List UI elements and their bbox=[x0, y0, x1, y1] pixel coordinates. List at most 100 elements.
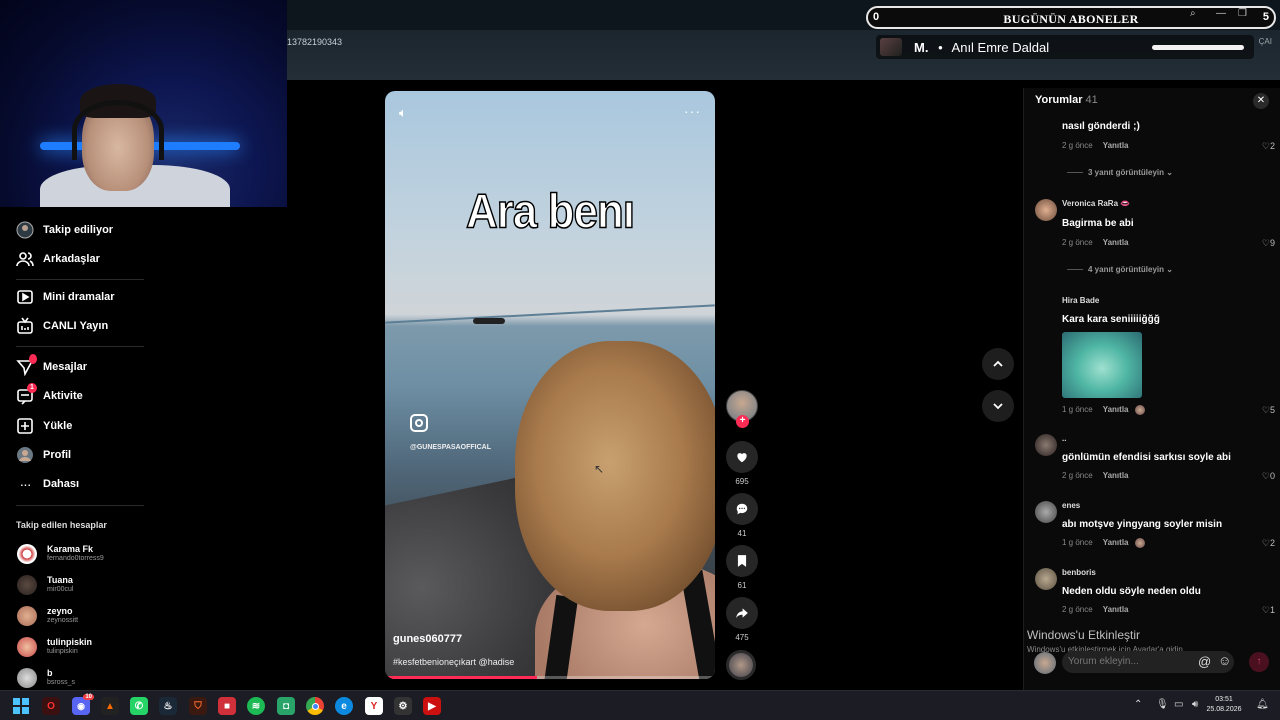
comment-like[interactable]: ♡2 bbox=[1262, 538, 1275, 549]
video-author[interactable]: gunes060777 bbox=[393, 633, 462, 645]
subscriber-progress-bar bbox=[1152, 45, 1244, 50]
video-hashtags[interactable]: #kesfetbenioneçıkart @hadise bbox=[393, 657, 514, 667]
brave-icon[interactable]: ⛉ bbox=[189, 697, 207, 715]
reply-link[interactable]: Yanıtla bbox=[1103, 238, 1129, 247]
followed-account[interactable]: tulinpiskin tulinpiskin bbox=[17, 635, 157, 659]
commenter-avatar[interactable] bbox=[1035, 501, 1057, 523]
sidebar-item-profile[interactable]: Profil bbox=[16, 445, 71, 465]
commenter-avatar[interactable] bbox=[1035, 434, 1057, 456]
comment-like[interactable]: ♡0 bbox=[1262, 471, 1275, 482]
followed-account[interactable]: b bsross_s bbox=[17, 666, 157, 690]
commenter-avatar[interactable] bbox=[1035, 568, 1057, 590]
view-replies-link[interactable]: 4 yanıt görüntüleyin ⌄ bbox=[1067, 265, 1173, 274]
followed-account[interactable]: Tuana mir00cul bbox=[17, 573, 157, 597]
sidebar-item-messages[interactable]: Mesajlar bbox=[16, 354, 88, 377]
sticker-image bbox=[1062, 332, 1142, 398]
comment-meta: 1 g önce Yanıtla bbox=[1062, 405, 1145, 415]
app-icon[interactable]: ▲ bbox=[101, 697, 119, 715]
creator-liked-icon bbox=[1134, 405, 1145, 415]
share-button[interactable]: 475 bbox=[724, 597, 760, 642]
minimize-icon[interactable]: — bbox=[1216, 8, 1226, 19]
sidebar-item-upload[interactable]: Yükle bbox=[16, 416, 72, 436]
comment-button[interactable]: 41 bbox=[724, 493, 760, 538]
yandex-icon[interactable]: Y bbox=[365, 697, 383, 715]
left-sidebar: Takip ediliyor Arkadaşlar Mini dramalar … bbox=[0, 207, 160, 690]
commenter-name[interactable]: Veronica RaRa 👄 bbox=[1062, 199, 1130, 208]
more-options-icon[interactable]: ··· bbox=[684, 103, 701, 119]
reply-link[interactable]: Yanıtla bbox=[1103, 471, 1129, 480]
like-button[interactable]: 695 bbox=[724, 441, 760, 486]
reply-link[interactable]: Yanıtla bbox=[1103, 405, 1129, 414]
commenter-avatar[interactable] bbox=[1035, 199, 1057, 221]
boat bbox=[473, 318, 505, 324]
close-comments-button[interactable]: ✕ bbox=[1253, 93, 1269, 109]
sidebar-item-following[interactable]: Takip ediliyor bbox=[16, 220, 113, 240]
comment-like[interactable]: ♡1 bbox=[1262, 605, 1275, 616]
comment-text: gönlümün efendisi sarkısı soyle abi bbox=[1062, 452, 1231, 463]
edge-icon[interactable]: e bbox=[335, 697, 353, 715]
volume-tray-icon[interactable]: 🔊︎ bbox=[1192, 699, 1198, 710]
chrome-icon[interactable] bbox=[306, 697, 324, 715]
app-gear-icon[interactable]: ⚙ bbox=[394, 697, 412, 715]
tray-chevron-icon[interactable]: ⌃ bbox=[1134, 699, 1142, 710]
reply-link[interactable]: Yanıtla bbox=[1103, 605, 1129, 614]
monitor-icon[interactable]: ▭ bbox=[1174, 699, 1183, 710]
sidebar-item-label: Mini dramalar bbox=[43, 291, 115, 303]
app-red-icon[interactable]: ■ bbox=[218, 697, 236, 715]
followed-account[interactable]: Karama Fk fernando0torress9 bbox=[17, 542, 157, 566]
comment-time: 2 g önce bbox=[1062, 471, 1093, 480]
opera-gx-icon[interactable]: O bbox=[42, 697, 60, 715]
emoji-icon[interactable]: ☺ bbox=[1218, 653, 1231, 668]
followed-account[interactable]: zeyno zeynossitt bbox=[17, 604, 157, 628]
whatsapp-icon[interactable]: ✆ bbox=[130, 697, 148, 715]
send-icon: ↑ bbox=[1256, 656, 1262, 667]
comment-like[interactable]: ♡2 bbox=[1262, 141, 1275, 152]
sidebar-item-more[interactable]: ··· Dahası bbox=[16, 474, 80, 494]
reply-link[interactable]: Yanıtla bbox=[1103, 141, 1129, 150]
system-clock[interactable]: 03:51 25.08.2026 bbox=[1206, 695, 1242, 715]
maximize-icon[interactable]: ❐ bbox=[1238, 8, 1247, 19]
comment-text: Neden oldu söyle neden oldu bbox=[1062, 586, 1201, 597]
subscriber-tier: M. bbox=[914, 40, 929, 55]
volume-icon[interactable]: 🔈︎ bbox=[399, 105, 407, 121]
video-progress-bar[interactable] bbox=[385, 676, 715, 679]
sidebar-item-activity[interactable]: 1 Aktivite bbox=[16, 383, 83, 406]
commenter-name[interactable]: .. bbox=[1062, 434, 1066, 443]
sidebar-item-mini-dramas[interactable]: Mini dramalar bbox=[16, 287, 115, 307]
commenter-name[interactable]: enes bbox=[1062, 501, 1080, 510]
discord-icon[interactable]: ◉ 10 bbox=[72, 694, 94, 715]
account-handle: bsross_s bbox=[47, 679, 76, 686]
commenter-name[interactable]: Hira Bade bbox=[1062, 296, 1099, 305]
search-icon[interactable]: ⌕ bbox=[1190, 8, 1196, 19]
music-disc-avatar[interactable] bbox=[726, 650, 756, 680]
app-green-icon[interactable]: ◘ bbox=[277, 697, 295, 715]
sidebar-divider bbox=[16, 279, 144, 280]
comment-like-count: 2 bbox=[1269, 538, 1275, 548]
spotify-icon[interactable]: ≋ bbox=[247, 697, 265, 715]
windows-start-icon[interactable] bbox=[12, 697, 30, 715]
commenter-name[interactable]: benboris bbox=[1062, 568, 1096, 577]
video-player[interactable]: Ara benı 🔈︎ ··· @GUNESPASAOFFICAL gunes0… bbox=[385, 91, 715, 679]
save-button[interactable]: 61 bbox=[724, 545, 760, 590]
follow-plus-icon[interactable]: + bbox=[736, 415, 749, 428]
comment-like[interactable]: ♡5 bbox=[1262, 405, 1275, 416]
comment-time: 2 g önce bbox=[1062, 238, 1093, 247]
sidebar-item-live[interactable]: CANLI Yayın bbox=[16, 316, 108, 336]
comment-input[interactable] bbox=[1068, 656, 1188, 667]
youtube-icon[interactable]: ▶ bbox=[423, 697, 441, 715]
reply-link[interactable]: Yanıtla bbox=[1103, 538, 1129, 547]
next-video-button[interactable] bbox=[982, 390, 1014, 422]
bookmark-icon bbox=[726, 545, 758, 577]
microphone-icon[interactable]: 🎙︎ bbox=[1156, 699, 1169, 710]
previous-video-button[interactable] bbox=[982, 348, 1014, 380]
notification-icon[interactable]: 🔔︎ bbox=[1256, 699, 1269, 710]
mention-icon[interactable]: @ bbox=[1198, 654, 1211, 669]
url-fragment[interactable]: 13782190343 bbox=[287, 37, 342, 47]
view-replies-link[interactable]: 3 yanıt görüntüleyin ⌄ bbox=[1067, 168, 1173, 177]
comment-like[interactable]: ♡9 bbox=[1262, 238, 1275, 249]
steam-icon[interactable]: ♨ bbox=[159, 697, 177, 715]
send-comment-button[interactable]: ↑ bbox=[1249, 652, 1269, 672]
sidebar-item-friends[interactable]: Arkadaşlar bbox=[16, 249, 100, 269]
webcam-feed bbox=[0, 0, 287, 207]
sidebar-item-label: Mesajlar bbox=[43, 361, 88, 373]
